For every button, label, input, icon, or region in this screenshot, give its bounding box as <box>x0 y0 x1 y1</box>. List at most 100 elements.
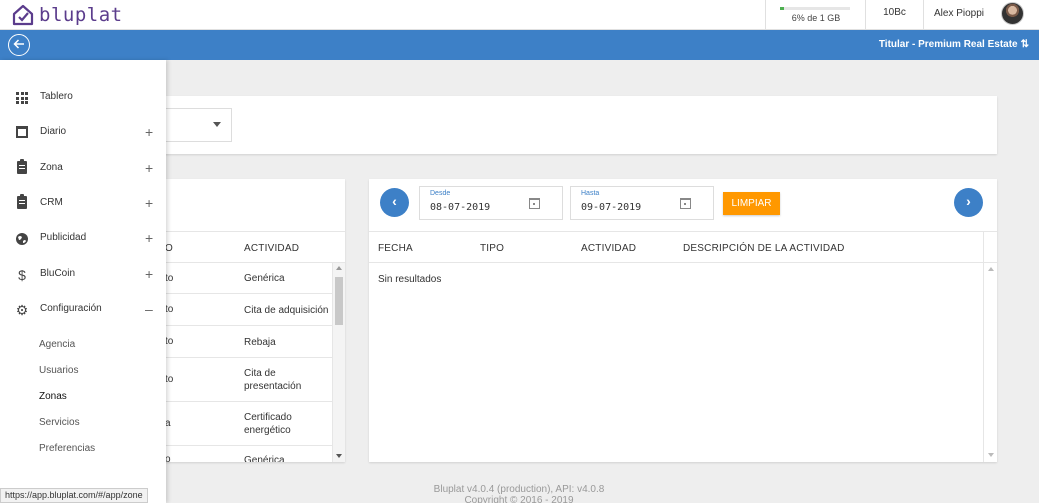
table-row[interactable]: to Rebaja <box>150 326 332 358</box>
activity-cell: Cita de presentación <box>244 368 302 392</box>
table-header: FECHA TIPO ACTIVIDAD DESCRIPCIÓN DE LA A… <box>369 231 997 263</box>
scroll-up-icon[interactable] <box>988 267 994 271</box>
column-header-activity[interactable]: ACTIVIDAD <box>244 243 299 254</box>
copyright-text: Copyright © 2016 - 2019 <box>464 495 574 503</box>
arrow-left-icon <box>13 39 24 49</box>
storage-text: 6% de 1 GB <box>791 13 841 23</box>
cell: to <box>165 336 174 347</box>
expand-icon[interactable]: + <box>145 266 153 282</box>
sidebar: Tablero Diario + Zona + CRM + Publicidad… <box>0 60 166 503</box>
scrollbar[interactable] <box>983 231 997 462</box>
sidebar-subitem-agencia[interactable]: Agencia <box>39 339 75 350</box>
sidebar-item-label: Configuración <box>40 303 102 314</box>
table-row[interactable]: to Cita de adquisición <box>150 294 332 326</box>
column-header-description[interactable]: DESCRIPCIÓN DE LA ACTIVIDAD <box>683 243 845 254</box>
table-row[interactable]: to Cita de presentación <box>150 358 332 402</box>
sidebar-item-crm[interactable]: CRM + <box>0 186 166 221</box>
empty-state-text: Sin resultados <box>378 274 442 285</box>
cell: to <box>165 273 174 284</box>
chevron-left-icon: ‹ <box>392 193 397 209</box>
scrollbar[interactable] <box>332 263 345 462</box>
clipboard-icon <box>17 194 27 209</box>
sidebar-item-configuracion[interactable]: ⚙ Configuración – <box>0 292 166 327</box>
brand-name: bluplat <box>39 4 123 26</box>
next-day-button[interactable]: › <box>954 188 983 217</box>
sidebar-subitem-zonas[interactable]: Zonas <box>39 391 67 402</box>
top-bar: bluplat 6% de 1 GB 10Bc Alex Pioppi <box>0 0 1039 30</box>
activity-cell: Genérica <box>244 273 285 284</box>
to-date-label: Hasta <box>581 190 600 197</box>
footer: Bluplat v4.0.4 (production), API: v4.0.8… <box>369 484 669 503</box>
from-date-value: 08-07-2019 <box>430 202 491 213</box>
sidebar-item-blucoin[interactable]: $ BluCoin + <box>0 257 166 292</box>
table-row[interactable]: a Certificado energético <box>150 402 332 446</box>
expand-icon[interactable]: + <box>145 195 153 211</box>
sidebar-subitem-preferencias[interactable]: Preferencias <box>39 443 95 454</box>
activity-cell: Genérica <box>244 455 285 462</box>
expand-icon[interactable]: + <box>145 160 153 176</box>
table-row[interactable]: o Genérica <box>150 446 332 462</box>
column-header-activity[interactable]: ACTIVIDAD <box>581 243 636 254</box>
zone-list-card: O ACTIVIDAD to Genérica to Cita de adqui… <box>150 179 345 462</box>
swap-icon: ⇅ <box>1020 39 1029 50</box>
account-switcher[interactable]: Titular - Premium Real Estate ⇅ <box>879 39 1029 50</box>
table-header: O ACTIVIDAD <box>150 231 345 263</box>
column-header-type[interactable]: TIPO <box>480 243 504 254</box>
version-text: Bluplat v4.0.4 (production), API: v4.0.8 <box>433 484 605 495</box>
column-header[interactable]: O <box>165 243 173 254</box>
grid-icon <box>16 92 28 104</box>
sidebar-item-zona[interactable]: Zona + <box>0 151 166 186</box>
sidebar-subitem-servicios[interactable]: Servicios <box>39 417 80 428</box>
gear-icon: ⚙ <box>15 302 29 318</box>
sidebar-item-label: Zona <box>40 162 63 173</box>
sidebar-item-label: Tablero <box>40 91 73 102</box>
scrollbar-thumb[interactable] <box>335 277 343 325</box>
account-name: Titular - Premium Real Estate <box>878 39 1018 50</box>
sidebar-item-diario[interactable]: Diario + <box>0 115 166 150</box>
sidebar-item-label: CRM <box>40 197 63 208</box>
collapse-icon[interactable]: – <box>145 301 153 317</box>
storage-bar-fill <box>780 7 785 10</box>
dollar-icon: $ <box>18 267 26 283</box>
calendar-icon <box>16 126 28 138</box>
clear-button[interactable]: LIMPIAR <box>723 192 780 215</box>
avatar <box>1001 2 1024 25</box>
cell: to <box>165 304 174 315</box>
to-date-field[interactable]: Hasta 09-07-2019 <box>570 186 714 220</box>
expand-icon[interactable]: + <box>145 124 153 140</box>
previous-day-button[interactable]: ‹ <box>380 188 409 217</box>
sidebar-item-label: BluCoin <box>40 268 76 279</box>
from-date-label: Desde <box>430 190 451 197</box>
column-header-date[interactable]: FECHA <box>378 243 413 254</box>
calendar-icon[interactable] <box>680 198 691 209</box>
table-row[interactable]: to Genérica <box>150 263 332 294</box>
sidebar-item-label: Diario <box>40 126 67 137</box>
sidebar-item-tablero[interactable]: Tablero <box>0 80 166 115</box>
storage-indicator: 6% de 1 GB <box>765 0 865 30</box>
back-arrow-button[interactable] <box>8 34 30 56</box>
chevron-down-icon <box>213 122 221 127</box>
activity-cell: Rebaja <box>244 337 276 348</box>
expand-icon[interactable]: + <box>145 230 153 246</box>
globe-icon <box>16 233 28 245</box>
storage-bar <box>780 7 850 10</box>
scroll-up-icon[interactable] <box>336 266 342 270</box>
browser-status-url: https://app.bluplat.com/#/app/zone <box>0 488 148 503</box>
to-date-value: 09-07-2019 <box>581 202 642 213</box>
scroll-down-icon[interactable] <box>988 453 994 457</box>
header-bar: Titular - Premium Real Estate ⇅ <box>0 30 1039 60</box>
zone-filter-card <box>150 96 997 154</box>
activity-cell: Certificado energético <box>244 412 292 436</box>
calendar-icon[interactable] <box>529 198 540 209</box>
coin-balance[interactable]: 10Bc <box>865 0 923 30</box>
from-date-field[interactable]: Desde 08-07-2019 <box>419 186 563 220</box>
sidebar-item-label: Publicidad <box>40 232 87 243</box>
cell: to <box>165 374 174 385</box>
scroll-down-icon[interactable] <box>336 454 342 458</box>
sidebar-subitem-usuarios[interactable]: Usuarios <box>39 365 78 376</box>
user-menu[interactable]: Alex Pioppi <box>923 0 1039 30</box>
clipboard-icon <box>17 159 27 174</box>
sidebar-item-publicidad[interactable]: Publicidad + <box>0 221 166 256</box>
logo[interactable]: bluplat <box>12 4 123 26</box>
user-name: Alex Pioppi <box>934 8 985 19</box>
